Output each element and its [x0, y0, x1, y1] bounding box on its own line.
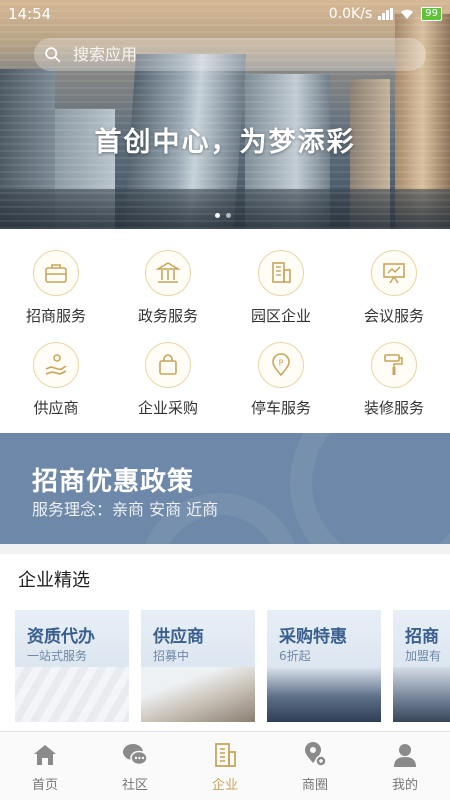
featured-card[interactable]: 招商 加盟有: [393, 610, 450, 722]
home-icon: [34, 745, 56, 765]
person-icon: [394, 744, 416, 767]
card-subtitle: 一站式服务: [27, 649, 88, 663]
service-icon-circle: P: [258, 342, 304, 388]
svg-text:P: P: [279, 359, 284, 368]
tab-label: 商圈: [301, 778, 328, 793]
tab-profile[interactable]: 我的: [360, 732, 450, 800]
service-label: 装修服务: [363, 399, 424, 417]
featured-card[interactable]: 资质代办 一站式服务: [15, 610, 129, 722]
location-pin-icon: [305, 742, 327, 767]
card-title: 采购特惠: [279, 627, 347, 647]
supplier-hand-icon: [45, 354, 67, 375]
hero-slogan: 首创中心，为梦添彩: [94, 127, 356, 158]
carousel-indicator[interactable]: [215, 213, 231, 218]
service-label: 园区企业: [250, 307, 311, 325]
service-label: 政务服务: [137, 307, 198, 325]
status-bar: 14:54 0.0K/s 99: [0, 0, 450, 28]
service-item-procurement[interactable]: 企业采购: [112, 342, 224, 418]
card-photo: [393, 667, 450, 722]
status-indicators: 0.0K/s 99: [329, 6, 442, 22]
status-time: 14:54: [8, 5, 52, 23]
paint-roller-icon: [384, 354, 403, 375]
briefcase-icon: [45, 264, 67, 283]
tab-label: 企业: [211, 778, 238, 793]
card-subtitle: 6折起: [279, 649, 311, 663]
featured-card[interactable]: 供应商 招募中: [141, 610, 255, 722]
service-icon-circle: [33, 342, 79, 388]
carousel-dot[interactable]: [215, 213, 220, 218]
service-item-investment[interactable]: 招商服务: [0, 250, 112, 326]
banner-decoration: [290, 433, 450, 544]
card-title: 供应商: [153, 627, 204, 647]
search-bar[interactable]: [34, 38, 426, 71]
chat-bubbles-icon: [123, 744, 148, 766]
search-icon: [45, 47, 61, 63]
government-building-icon: [155, 262, 181, 283]
service-icon-circle: [145, 342, 191, 388]
tab-label: 首页: [31, 778, 58, 793]
service-icon-circle: [33, 250, 79, 296]
featured-card[interactable]: 采购特惠 6折起: [267, 610, 381, 722]
service-item-meeting[interactable]: 会议服务: [338, 250, 450, 326]
enterprise-building-icon: [215, 743, 236, 767]
service-label: 供应商: [33, 399, 79, 417]
office-building-icon: [272, 262, 291, 283]
tab-home[interactable]: 首页: [0, 732, 90, 800]
card-photo: [141, 667, 255, 722]
tab-enterprise[interactable]: 企业: [180, 732, 270, 800]
network-speed: 0.0K/s: [328, 6, 373, 22]
card-title: 招商: [405, 627, 439, 647]
service-label: 会议服务: [363, 307, 424, 325]
hero-banner[interactable]: 14:54 0.0K/s 99 首创中心，为梦添彩: [0, 0, 450, 229]
tab-community[interactable]: 社区: [90, 732, 180, 800]
banner-subtitle: 服务理念：亲商 安商 近商: [32, 500, 219, 519]
service-item-park-enterprise[interactable]: 园区企业: [225, 250, 337, 326]
signal-icon: [378, 8, 394, 20]
service-icon-circle: [145, 250, 191, 296]
battery-icon: 99: [421, 7, 442, 21]
presentation-board-icon: [383, 263, 405, 284]
service-label: 招商服务: [25, 307, 86, 325]
tab-business-circle[interactable]: 商圈: [270, 732, 360, 800]
hero-texture: [0, 0, 450, 229]
featured-section-title: 企业精选: [18, 570, 90, 591]
parking-pin-icon: P: [272, 353, 290, 377]
policy-banner[interactable]: 招商优惠政策 服务理念：亲商 安商 近商: [0, 433, 450, 544]
wifi-icon: [401, 9, 414, 19]
service-item-decoration[interactable]: 装修服务: [338, 342, 450, 418]
card-subtitle: 招募中: [153, 649, 190, 663]
service-grid: 招商服务 政务服务 园区企业 会议服务 供应商 企业采购 P 停车服务 装修服务: [0, 229, 450, 433]
section-divider: [0, 544, 450, 554]
tab-label: 我的: [391, 778, 418, 793]
shopping-bag-icon: [159, 354, 177, 375]
card-title: 资质代办: [27, 627, 95, 647]
featured-card-list[interactable]: 资质代办 一站式服务 供应商 招募中 采购特惠 6折起 招商 加盟有: [15, 610, 450, 722]
card-subtitle: 加盟有: [405, 649, 442, 663]
bottom-tab-bar: 首页 社区 企业 商圈 我的: [0, 731, 450, 800]
banner-title: 招商优惠政策: [32, 467, 195, 497]
card-photo: [267, 667, 381, 722]
search-input[interactable]: [73, 45, 373, 64]
service-item-parking[interactable]: P 停车服务: [225, 342, 337, 418]
service-item-supplier[interactable]: 供应商: [0, 342, 112, 418]
tab-label: 社区: [121, 778, 148, 793]
service-icon-circle: [371, 250, 417, 296]
service-label: 停车服务: [250, 399, 311, 417]
service-label: 企业采购: [137, 399, 198, 417]
service-item-government[interactable]: 政务服务: [112, 250, 224, 326]
carousel-dot[interactable]: [226, 213, 231, 218]
card-photo: [15, 667, 129, 722]
service-icon-circle: [258, 250, 304, 296]
service-icon-circle: [371, 342, 417, 388]
